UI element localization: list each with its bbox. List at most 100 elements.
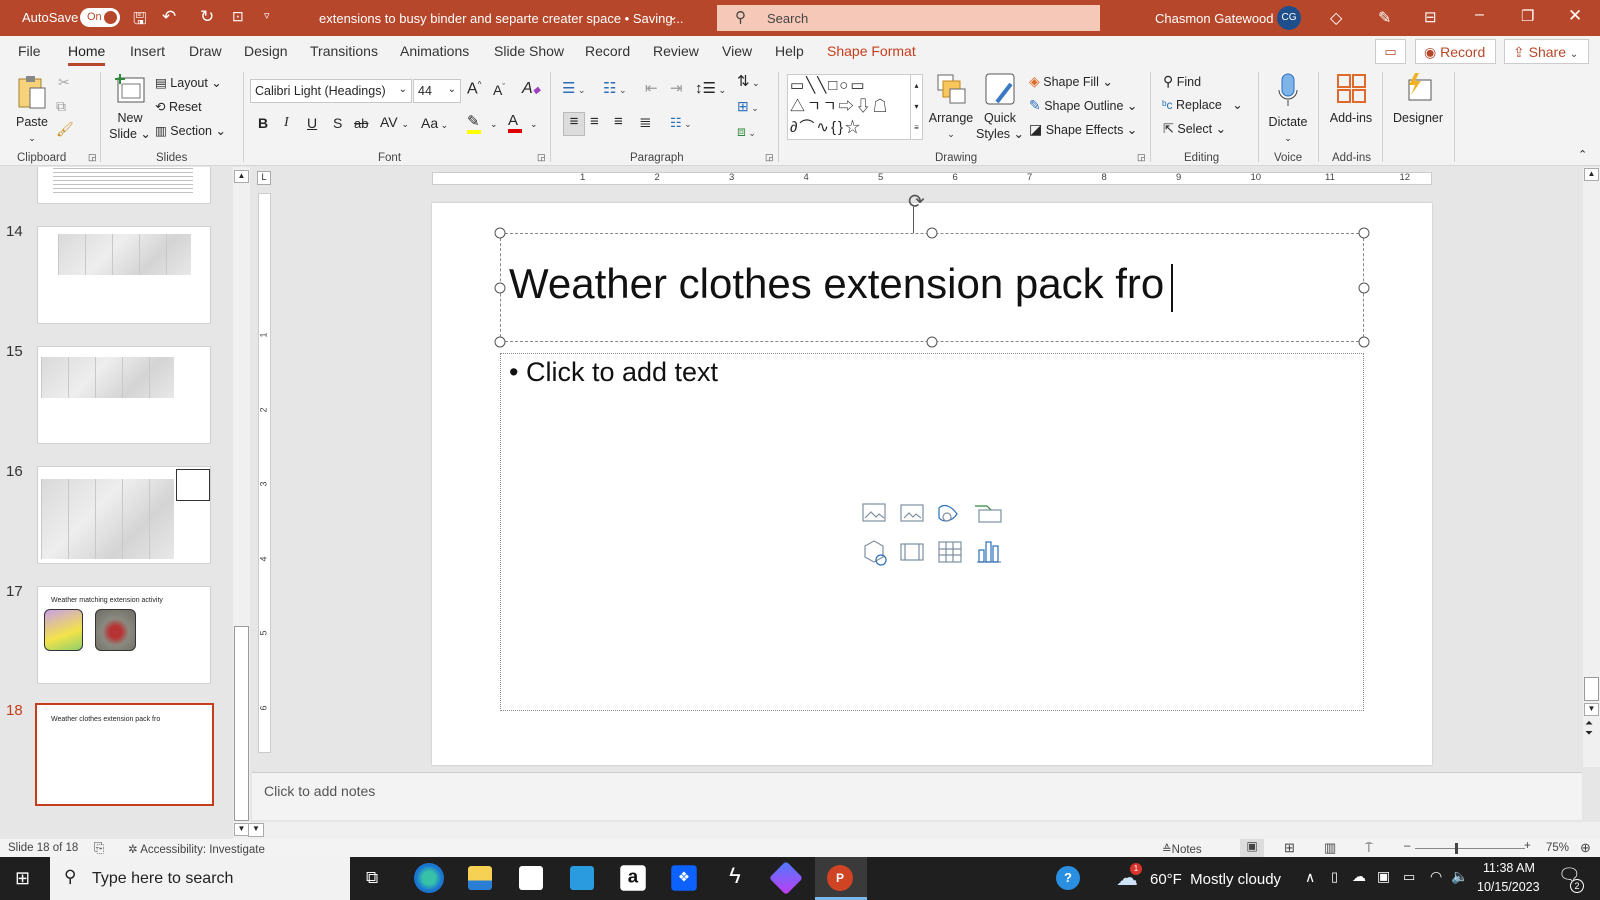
file-explorer-icon[interactable] bbox=[468, 866, 492, 890]
scroll-down-arrow[interactable]: ▼ bbox=[234, 823, 249, 836]
layout-button[interactable]: ▤ Layout ⌄ bbox=[155, 75, 222, 90]
dialog-launcher-icon[interactable]: ◲ bbox=[88, 152, 97, 163]
resize-handle[interactable] bbox=[926, 227, 938, 239]
numbering-button[interactable]: ☷ ⌄ bbox=[603, 79, 627, 97]
present-icon[interactable]: ⊡ bbox=[232, 8, 244, 25]
insert-3d-models-icon[interactable] bbox=[864, 540, 887, 566]
tab-slide-show[interactable]: Slide Show bbox=[494, 43, 564, 59]
line-spacing-button[interactable]: ↕☰ ⌄ bbox=[695, 79, 726, 97]
shape-outline-button[interactable]: ✎ Shape Outline ⌄ bbox=[1029, 97, 1137, 114]
increase-indent-button[interactable]: ⇥ bbox=[670, 79, 683, 97]
close-icon[interactable]: ✕ bbox=[1568, 6, 1582, 26]
reading-view-button[interactable]: ▥ bbox=[1324, 840, 1336, 856]
find-button[interactable]: ⚲ Find bbox=[1163, 73, 1201, 90]
meet-now-icon[interactable]: ▯ bbox=[1331, 869, 1338, 885]
tab-draw[interactable]: Draw bbox=[189, 43, 222, 59]
columns-button[interactable]: ☷ ⌄ bbox=[670, 115, 692, 131]
tab-design[interactable]: Design bbox=[244, 43, 288, 59]
align-right-button[interactable]: ≡ bbox=[614, 113, 623, 130]
accessibility-button[interactable]: ✲ Accessibility: Investigate bbox=[128, 842, 265, 856]
notes-pane[interactable]: Click to add notes bbox=[252, 772, 1582, 820]
arrange-button[interactable]: Arrange ⌄ bbox=[928, 72, 974, 142]
help-icon[interactable]: ? bbox=[1056, 866, 1080, 890]
notes-button[interactable]: ≙Notes bbox=[1162, 842, 1202, 856]
zoom-slider-thumb[interactable] bbox=[1454, 843, 1458, 854]
resize-handle[interactable] bbox=[494, 282, 506, 294]
tab-insert[interactable]: Insert bbox=[130, 43, 165, 59]
scrollbar-thumb[interactable] bbox=[1584, 677, 1599, 701]
record-button[interactable]: ◉ Record bbox=[1415, 39, 1496, 64]
title-placeholder[interactable]: Weather clothes extension pack fro bbox=[500, 233, 1364, 342]
justify-button[interactable]: ≣ bbox=[639, 113, 652, 131]
insert-video-icon[interactable] bbox=[900, 543, 924, 561]
text-direction-button[interactable]: ⇅ ⌄ bbox=[737, 72, 760, 90]
cut-icon[interactable]: ✂ bbox=[58, 74, 70, 91]
undo-icon[interactable]: ↶ bbox=[162, 7, 176, 27]
autosave-toggle[interactable]: On bbox=[80, 8, 120, 27]
document-title[interactable]: extensions to busy binder and separte cr… bbox=[319, 11, 683, 26]
powerpoint-taskbar-button[interactable]: P bbox=[815, 857, 867, 900]
minimize-icon[interactable]: – bbox=[1475, 6, 1484, 24]
align-left-button[interactable]: ≡ bbox=[563, 112, 585, 136]
slide-canvas[interactable]: ⟳ Weather clothes extension pack fro • C… bbox=[432, 191, 1432, 765]
weather-text[interactable]: 60°F Mostly cloudy bbox=[1150, 871, 1281, 888]
shapes-gallery[interactable]: ▭╲╲□○▭ △ㄱㄱ⇨⇩☖ ∂⌒∿{}☆ ▴ ▾ ≡ bbox=[787, 74, 923, 140]
reset-button[interactable]: ⟲ Reset bbox=[155, 99, 202, 114]
replace-button[interactable]: ᵇc Replace ⌄ bbox=[1162, 97, 1243, 112]
slides-pane-scrollbar[interactable]: ▲ ▼ bbox=[233, 167, 250, 839]
align-center-button[interactable]: ≡ bbox=[590, 113, 599, 130]
copy-icon[interactable]: ⧉ bbox=[56, 98, 66, 115]
network-app-icon[interactable]: ▣ bbox=[1377, 868, 1390, 885]
content-placeholder[interactable]: • Click to add text bbox=[500, 353, 1364, 711]
zoom-in-button[interactable]: + bbox=[1524, 840, 1531, 852]
slide-thumbnail-13[interactable] bbox=[37, 167, 211, 204]
resize-handle[interactable] bbox=[494, 227, 506, 239]
resize-handle[interactable] bbox=[1358, 282, 1370, 294]
tab-transitions[interactable]: Transitions bbox=[310, 43, 378, 59]
resize-handle[interactable] bbox=[1358, 227, 1370, 239]
customize-qat-icon[interactable]: ▿ bbox=[264, 9, 270, 22]
format-painter-icon[interactable]: 🖌 bbox=[56, 121, 74, 138]
section-button[interactable]: ▥ Section ⌄ bbox=[155, 123, 226, 138]
decrease-indent-button[interactable]: ⇤ bbox=[645, 79, 658, 97]
paste-button[interactable]: Paste ⌄ bbox=[12, 74, 52, 146]
amazon-icon[interactable]: a bbox=[620, 865, 646, 891]
premium-diamond-icon[interactable]: ◇ bbox=[1330, 8, 1342, 28]
character-spacing-button[interactable]: AV ⌄ bbox=[380, 114, 409, 130]
tab-selector[interactable]: L bbox=[257, 171, 271, 185]
insert-picture-icon[interactable] bbox=[862, 503, 886, 522]
change-case-button[interactable]: Aa ⌄ bbox=[421, 115, 448, 131]
ribbon-display-icon[interactable]: ⊟ bbox=[1424, 8, 1437, 26]
horizontal-scrollbar[interactable]: ▼ bbox=[248, 822, 1600, 839]
tab-record[interactable]: Record bbox=[585, 43, 630, 59]
tab-file[interactable]: File bbox=[18, 43, 41, 59]
battery-icon[interactable]: ▭ bbox=[1403, 869, 1415, 885]
slide-thumbnail-18[interactable]: Weather clothes extension pack fro bbox=[35, 703, 214, 806]
avatar[interactable]: CG bbox=[1277, 6, 1301, 30]
task-view-icon[interactable]: ⧉ bbox=[366, 868, 378, 888]
redo-icon[interactable]: ↻ bbox=[200, 7, 214, 27]
scroll-up-arrow[interactable]: ▲ bbox=[234, 170, 249, 183]
vertical-scrollbar[interactable]: ▲ ▼ ⏶ ⏷ bbox=[1583, 167, 1600, 767]
dropbox-icon[interactable]: ❖ bbox=[671, 865, 697, 891]
show-hidden-icons[interactable]: ∧ bbox=[1305, 869, 1315, 886]
volume-icon[interactable]: 🔈 bbox=[1451, 868, 1468, 885]
text-shadow-button[interactable]: S bbox=[333, 115, 342, 131]
onedrive-icon[interactable]: ☁ bbox=[1352, 868, 1366, 885]
tab-shape-format[interactable]: Shape Format bbox=[827, 43, 916, 59]
share-button[interactable]: ⇪ Share ⌄ bbox=[1504, 39, 1589, 64]
scroll-up-arrow[interactable]: ▲ bbox=[1584, 168, 1599, 181]
italic-button[interactable]: I bbox=[284, 115, 289, 131]
bold-button[interactable]: B bbox=[258, 115, 268, 131]
zoom-level[interactable]: 75% bbox=[1546, 842, 1569, 854]
tab-review[interactable]: Review bbox=[653, 43, 699, 59]
designer-button[interactable]: Designer bbox=[1388, 72, 1448, 126]
scroll-down-arrow[interactable]: ▼ bbox=[1584, 703, 1599, 716]
slide-thumbnail-15[interactable] bbox=[37, 346, 211, 444]
user-name[interactable]: Chasmon Gatewood bbox=[1155, 11, 1274, 26]
tab-home[interactable]: Home bbox=[68, 43, 106, 66]
quick-styles-button[interactable]: Quick Styles ⌄ bbox=[976, 72, 1024, 142]
clock-date[interactable]: 10/15/2023 bbox=[1477, 880, 1540, 894]
tab-help[interactable]: Help bbox=[775, 43, 804, 59]
insert-smartart-icon[interactable] bbox=[975, 505, 1002, 523]
